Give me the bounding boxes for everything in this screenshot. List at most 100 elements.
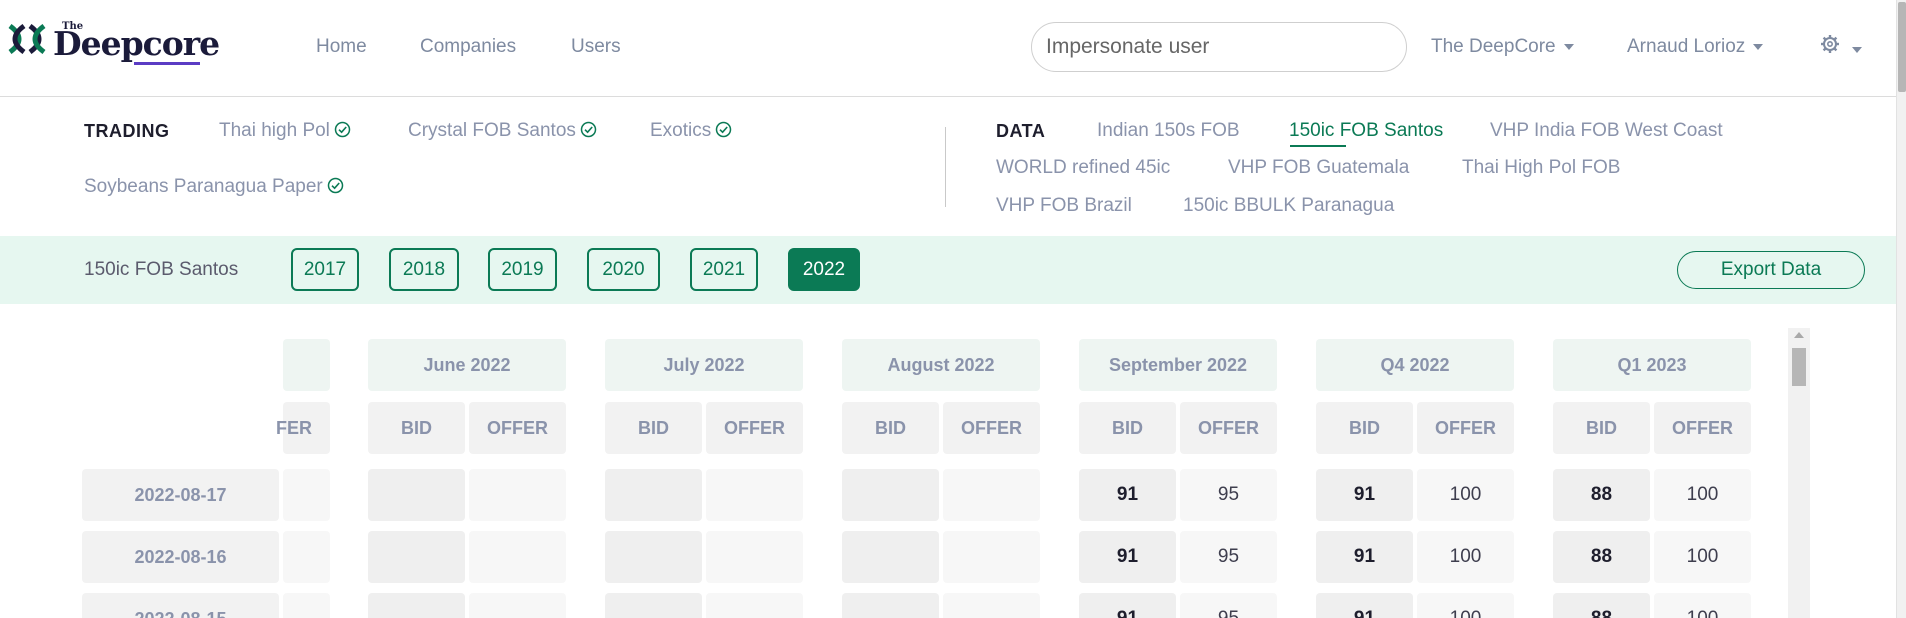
trading-item-soybeans-paranagua-paper[interactable]: Soybeans Paranagua Paper xyxy=(84,176,344,198)
check-circle-icon xyxy=(580,121,597,138)
bid-cell xyxy=(605,593,702,618)
offer-cell: 100 xyxy=(1417,593,1514,618)
nav-companies-link[interactable]: Companies xyxy=(420,36,516,58)
bid-column-header: BID xyxy=(842,402,939,454)
offer-column-header: OFFER xyxy=(1180,402,1277,454)
offer-cell: 100 xyxy=(1417,469,1514,521)
offer-column-header: OFFER xyxy=(1417,402,1514,454)
period-header: June 2022 xyxy=(368,339,566,391)
logo-underline xyxy=(134,62,200,65)
bid-column-header: BID xyxy=(605,402,702,454)
window-scrollbar[interactable] xyxy=(1896,0,1906,618)
scroll-up-arrow-icon[interactable] xyxy=(1794,332,1804,338)
trading-item-label: Soybeans Paranagua Paper xyxy=(84,176,323,197)
offer-cell: 100 xyxy=(1417,531,1514,583)
offer-cell-partial xyxy=(283,469,330,521)
company-dropdown[interactable]: The DeepCore xyxy=(1431,36,1574,58)
year-button-2019[interactable]: 2019 xyxy=(488,248,557,291)
chevron-down-icon xyxy=(1852,46,1863,53)
deepcore-logo-icon xyxy=(8,24,46,54)
bid-cell xyxy=(368,469,465,521)
impersonate-user-input[interactable] xyxy=(1031,22,1407,72)
month-header-partial xyxy=(283,339,330,391)
row-date: 2022-08-15 xyxy=(82,593,279,618)
bid-column-header: BID xyxy=(368,402,465,454)
trading-item-exotics[interactable]: Exotics xyxy=(650,120,732,142)
bid-cell: 88 xyxy=(1553,531,1650,583)
data-item-vhp-fob-brazil[interactable]: VHP FOB Brazil xyxy=(996,195,1132,217)
trading-item-label: Crystal FOB Santos xyxy=(408,120,576,141)
bid-cell xyxy=(605,469,702,521)
offer-column-header: OFFER xyxy=(469,402,566,454)
offer-cell xyxy=(469,531,566,583)
year-button-2022[interactable]: 2022 xyxy=(788,248,860,291)
bid-cell: 88 xyxy=(1553,469,1650,521)
year-button-2018[interactable]: 2018 xyxy=(389,248,459,291)
table-scrollbar[interactable] xyxy=(1788,328,1810,618)
offer-cell xyxy=(706,469,803,521)
logo-text: Deepcore xyxy=(53,24,220,63)
bid-cell: 88 xyxy=(1553,593,1650,618)
bid-cell xyxy=(368,531,465,583)
period-header: July 2022 xyxy=(605,339,803,391)
user-dropdown-label: Arnaud Lorioz xyxy=(1627,36,1746,57)
offer-cell: 95 xyxy=(1180,469,1277,521)
window-scrollbar-thumb[interactable] xyxy=(1898,2,1906,92)
trading-item-crystal-fob-santos[interactable]: Crystal FOB Santos xyxy=(408,120,597,142)
section-divider xyxy=(945,127,946,207)
row-date: 2022-08-17 xyxy=(82,469,279,521)
offer-cell: 100 xyxy=(1654,531,1751,583)
offer-cell xyxy=(706,593,803,618)
bid-cell xyxy=(842,593,939,618)
data-item-vhp-india-fob-west-coast[interactable]: VHP India FOB West Coast xyxy=(1490,120,1723,142)
current-dataset-label: 150ic FOB Santos xyxy=(84,259,239,280)
export-data-button[interactable]: Export Data xyxy=(1677,251,1865,289)
year-button-2020[interactable]: 2020 xyxy=(587,248,660,291)
data-item-world-refined-45ic[interactable]: WORLD refined 45ic xyxy=(996,157,1170,179)
user-dropdown[interactable]: Arnaud Lorioz xyxy=(1627,36,1764,58)
bid-cell: 91 xyxy=(1079,593,1176,618)
offer-header-partial: FER xyxy=(276,402,330,454)
company-dropdown-label: The DeepCore xyxy=(1431,36,1556,57)
nav-users-link[interactable]: Users xyxy=(571,36,621,58)
offer-cell xyxy=(943,531,1040,583)
bid-cell xyxy=(842,469,939,521)
bid-cell xyxy=(842,531,939,583)
top-navbar: The Deepcore Home Companies Users The De… xyxy=(0,0,1896,97)
year-button-2017[interactable]: 2017 xyxy=(291,248,359,291)
year-button-2021[interactable]: 2021 xyxy=(690,248,758,291)
offer-cell: 95 xyxy=(1180,531,1277,583)
check-circle-icon xyxy=(327,177,343,194)
data-item-150ic-fob-santos[interactable]: 150ic FOB Santos xyxy=(1289,120,1443,142)
trading-item-label: Thai high Pol xyxy=(219,120,330,141)
settings-dropdown[interactable] xyxy=(1820,34,1863,59)
period-header: August 2022 xyxy=(842,339,1040,391)
nav-home-link[interactable]: Home xyxy=(316,36,367,58)
trading-item-thai-high-pol[interactable]: Thai high Pol xyxy=(219,120,351,142)
row-date: 2022-08-16 xyxy=(82,531,279,583)
offer-column-header: OFFER xyxy=(1654,402,1751,454)
offer-cell: 100 xyxy=(1654,593,1751,618)
data-item-150ic-bbulk-paranagua[interactable]: 150ic BBULK Paranagua xyxy=(1183,195,1394,217)
table-scrollbar-thumb[interactable] xyxy=(1792,348,1806,386)
data-item-vhp-fob-guatemala[interactable]: VHP FOB Guatemala xyxy=(1228,157,1409,179)
offer-column-header: OFFER xyxy=(706,402,803,454)
bid-cell: 91 xyxy=(1316,593,1413,618)
offer-cell xyxy=(469,469,566,521)
bid-cell xyxy=(605,531,702,583)
data-item-indian-150s-fob[interactable]: Indian 150s FOB xyxy=(1097,120,1240,142)
year-selector-band xyxy=(0,236,1896,304)
offer-cell: 95 xyxy=(1180,593,1277,618)
bid-column-header: BID xyxy=(1079,402,1176,454)
data-section-title: DATA xyxy=(996,121,1046,141)
offer-cell: 100 xyxy=(1654,469,1751,521)
offer-column-header: OFFER xyxy=(943,402,1040,454)
deepcore-logo[interactable]: The Deepcore xyxy=(8,18,220,68)
bid-cell: 91 xyxy=(1316,469,1413,521)
chevron-down-icon xyxy=(1563,43,1574,50)
bid-cell: 91 xyxy=(1079,531,1176,583)
trading-item-label: Exotics xyxy=(650,120,712,141)
bid-cell: 91 xyxy=(1079,469,1176,521)
check-circle-icon xyxy=(334,121,351,138)
data-item-thai-high-pol-fob[interactable]: Thai High Pol FOB xyxy=(1462,157,1620,179)
